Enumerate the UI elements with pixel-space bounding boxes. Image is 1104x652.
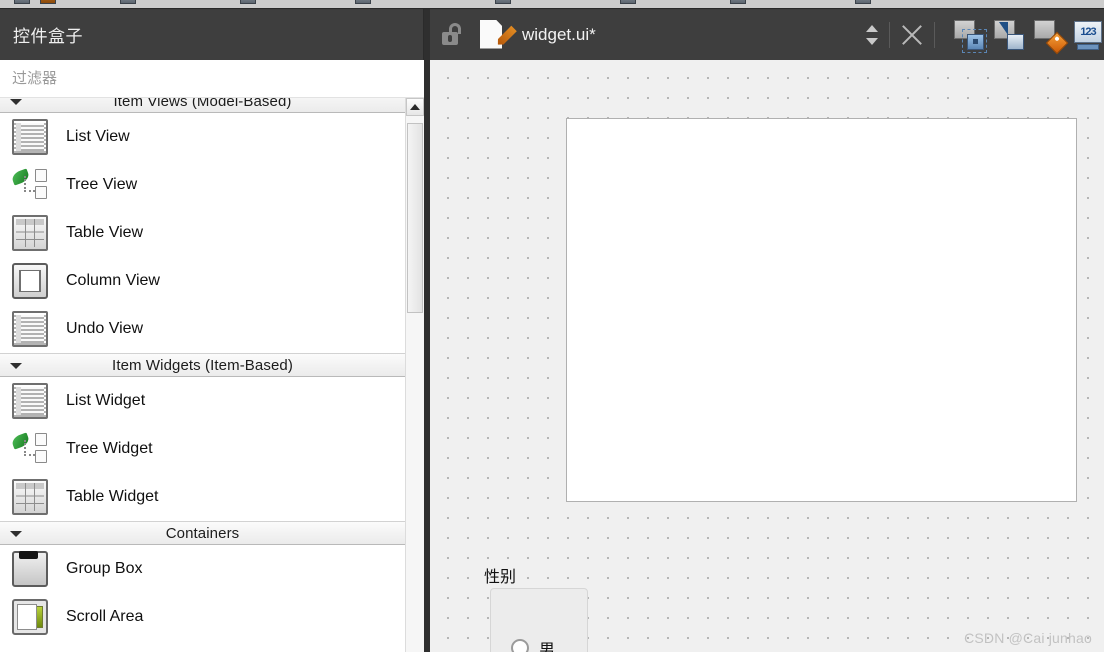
widget-item-label: Table Widget bbox=[66, 488, 159, 505]
filter-input[interactable] bbox=[12, 70, 392, 87]
strip-icon-1[interactable] bbox=[14, 0, 30, 4]
separator bbox=[934, 21, 935, 48]
chevron-down-icon bbox=[10, 531, 22, 537]
widget-item-label: Tree View bbox=[66, 176, 138, 193]
editor-title-bar: widget.ui* 123 bbox=[430, 9, 1104, 60]
group-box-icon bbox=[12, 551, 48, 587]
group-header-item-views[interactable]: Item Views (Model-Based) bbox=[0, 98, 405, 113]
group-label: Containers bbox=[165, 524, 240, 542]
strip-icon-5[interactable] bbox=[355, 0, 371, 4]
widget-box-title: 控件盒子 bbox=[13, 27, 83, 46]
updown-spinner-icon[interactable] bbox=[864, 21, 880, 49]
editor-header-actions: 123 bbox=[864, 9, 1104, 60]
scroll-up-icon[interactable] bbox=[406, 98, 424, 116]
widget-box-list: Item Views (Model-Based) List View Tree … bbox=[0, 98, 405, 652]
chevron-down-icon bbox=[10, 363, 22, 369]
widget-item-list-widget[interactable]: List Widget bbox=[0, 377, 405, 425]
partial-toolbar-strip bbox=[0, 0, 1104, 9]
widget-item-column-view[interactable]: Column View bbox=[0, 257, 405, 305]
scroll-area-icon bbox=[12, 599, 48, 635]
scrollbar-thumb[interactable] bbox=[407, 123, 423, 313]
list-view-icon bbox=[12, 119, 48, 155]
strip-icon-8[interactable] bbox=[730, 0, 746, 4]
widget-box-scrollbar[interactable] bbox=[405, 98, 424, 652]
gender-group-box[interactable]: 男 bbox=[490, 588, 588, 652]
edit-document-icon bbox=[480, 19, 508, 50]
widget-item-list-view[interactable]: List View bbox=[0, 113, 405, 161]
strip-icon-2[interactable] bbox=[40, 0, 56, 4]
radio-male[interactable]: 男 bbox=[511, 636, 555, 652]
strip-icon-3[interactable] bbox=[120, 0, 136, 4]
chevron-down-icon bbox=[10, 99, 22, 105]
list-widget-icon bbox=[12, 383, 48, 419]
widget-item-undo-view[interactable]: Undo View bbox=[0, 305, 405, 353]
widget-item-label: Undo View bbox=[66, 320, 144, 337]
widget-item-label: Scroll Area bbox=[66, 608, 144, 625]
tab-order-number: 123 bbox=[1074, 20, 1102, 43]
widget-box-title-bar: 控件盒子 bbox=[0, 9, 424, 60]
widget-item-table-widget[interactable]: Table Widget bbox=[0, 473, 405, 521]
group-label: Item Views (Model-Based) bbox=[113, 98, 292, 110]
table-widget-icon bbox=[12, 479, 48, 515]
widget-box-dock: 控件盒子 Item Views (Model-Based) List View … bbox=[0, 9, 424, 652]
widget-item-scroll-area[interactable]: Scroll Area bbox=[0, 593, 405, 641]
widget-item-group-box[interactable]: Group Box bbox=[0, 545, 405, 593]
strip-icon-4[interactable] bbox=[240, 0, 256, 4]
strip-icon-9[interactable] bbox=[855, 0, 871, 4]
widget-item-tree-widget[interactable]: Tree Widget bbox=[0, 425, 405, 473]
column-view-icon bbox=[12, 263, 48, 299]
widget-item-label: Tree Widget bbox=[66, 440, 153, 457]
group-header-containers[interactable]: Containers bbox=[0, 521, 405, 545]
widget-item-label: Column View bbox=[66, 272, 160, 289]
strip-icon-6[interactable] bbox=[495, 0, 511, 4]
separator bbox=[889, 21, 890, 48]
form-canvas[interactable]: 性别 男 CSDN @Cai junhao bbox=[430, 60, 1104, 652]
widget-item-label: Table View bbox=[66, 224, 144, 241]
form-widget[interactable] bbox=[566, 118, 1077, 502]
tree-view-icon bbox=[10, 167, 48, 203]
radio-button-icon[interactable] bbox=[511, 639, 529, 652]
widget-item-table-view[interactable]: Table View bbox=[0, 209, 405, 257]
widget-item-tree-view[interactable]: Tree View bbox=[0, 161, 405, 209]
group-label: Item Widgets (Item-Based) bbox=[112, 356, 293, 374]
edit-widgets-tool-icon[interactable] bbox=[954, 19, 987, 53]
widget-item-label: Group Box bbox=[66, 560, 143, 577]
close-x-icon[interactable] bbox=[899, 22, 925, 48]
edit-buddies-tool-icon[interactable] bbox=[1034, 19, 1069, 54]
undo-view-icon bbox=[12, 311, 48, 347]
editor-filename: widget.ui* bbox=[522, 24, 596, 44]
unlocked-padlock-icon[interactable] bbox=[438, 22, 462, 47]
edit-signals-slots-tool-icon[interactable] bbox=[994, 19, 1024, 50]
watermark: CSDN @Cai junhao bbox=[964, 630, 1092, 646]
edit-tab-order-tool-icon[interactable]: 123 bbox=[1074, 20, 1104, 50]
strip-icon-7[interactable] bbox=[620, 0, 636, 4]
widget-item-label: List View bbox=[66, 128, 130, 145]
radio-male-label: 男 bbox=[539, 642, 556, 652]
table-view-icon bbox=[12, 215, 48, 251]
widget-box-filter-row[interactable] bbox=[0, 60, 424, 98]
tree-widget-icon bbox=[10, 431, 48, 467]
group-header-item-widgets[interactable]: Item Widgets (Item-Based) bbox=[0, 353, 405, 377]
widget-item-label: List Widget bbox=[66, 392, 146, 409]
gender-label[interactable]: 性别 bbox=[484, 563, 516, 587]
